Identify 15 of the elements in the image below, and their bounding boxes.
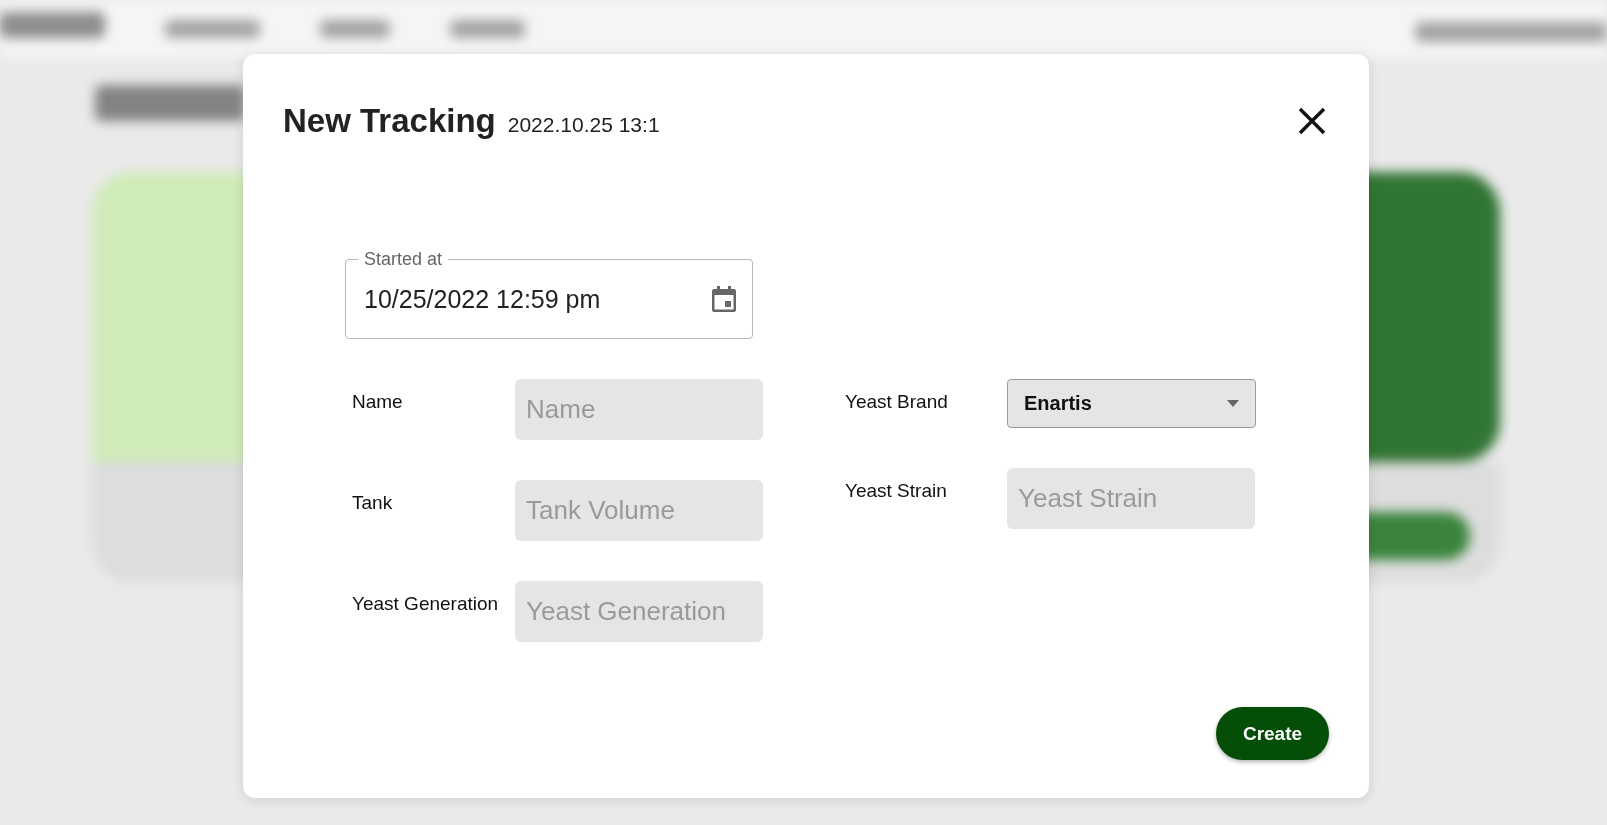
text-field[interactable]: Tank Volume [515, 480, 763, 541]
text-field[interactable]: Name [515, 379, 763, 440]
calendar-icon[interactable] [712, 286, 736, 312]
field-label: Yeast Generation [351, 592, 500, 615]
create-button[interactable]: Create [1216, 707, 1329, 760]
dropdown[interactable]: Enartis [1007, 379, 1256, 428]
field-label: Name [351, 390, 404, 413]
dialog-title: New Tracking [283, 102, 496, 140]
field-label: Yeast Strain [845, 479, 948, 502]
caret-icon [1227, 400, 1239, 407]
timestamp: 2022.10.25 13:1 [507, 113, 660, 137]
field-label: Yeast Brand [845, 390, 949, 413]
field-label: Tank [351, 491, 394, 514]
text-field[interactable]: Yeast Generation [515, 581, 763, 642]
text-field[interactable]: Yeast Strain [1007, 468, 1255, 529]
